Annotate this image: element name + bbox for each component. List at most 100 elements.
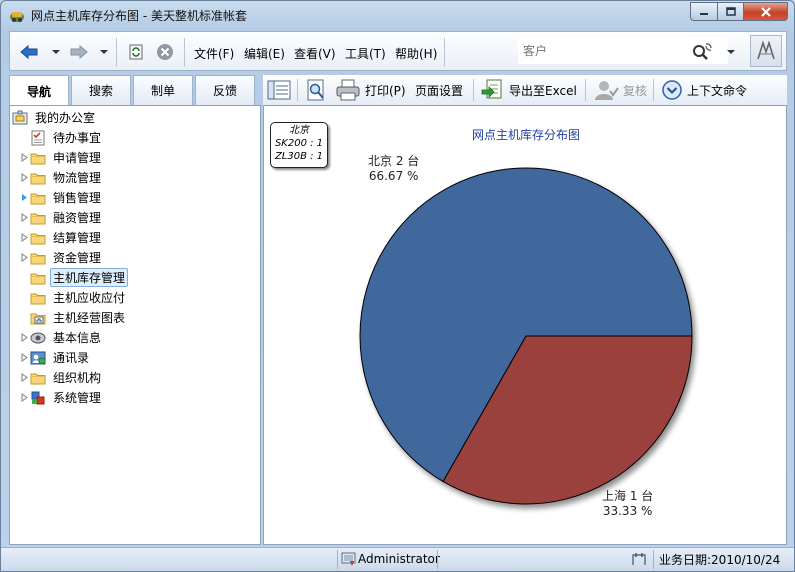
search-dropdown-button[interactable] [724,40,738,64]
contacts-icon [30,351,46,364]
tree-item[interactable]: 组织机构 [18,368,104,387]
close-button[interactable] [743,2,788,21]
printer-icon [336,79,360,101]
app-window: 网点主机库存分布图 - 美天整机标准帐套 文件(F) 编辑(E) 查看(V) 工… [0,0,795,572]
toolbar-divider [444,38,445,66]
tree-item-label: 系统管理 [53,391,102,405]
tree-item-label: 物流管理 [53,171,102,185]
tree-item[interactable]: 主机应收应付 [18,288,128,307]
expand-arrow-icon[interactable] [18,148,30,167]
title-bar: 网点主机库存分布图 - 美天整机标准帐套 [1,1,794,29]
stop-button[interactable] [152,40,178,64]
tab-search[interactable]: 搜索 [71,75,131,105]
export-excel-label: 导出至Excel [509,83,577,98]
expand-arrow-icon[interactable] [18,188,30,207]
tree-item-label: 主机应收应付 [53,291,126,305]
tree-item[interactable]: 主机经营图表 [18,308,128,327]
tree-item[interactable]: 基本信息 [18,328,104,347]
tree-item-label: 主机经营图表 [53,311,126,325]
menu-view[interactable]: 查看(V) [294,45,336,62]
expand-arrow-icon[interactable] [18,168,30,187]
company-logo [750,35,782,67]
customer-search-input[interactable] [519,39,689,63]
tree-root-my-office[interactable]: 我的办公室 [12,108,98,127]
forward-arrow-icon [70,44,88,60]
tab-feedback[interactable]: 反馈 [195,75,255,105]
office-icon [12,110,28,124]
export-excel-button[interactable]: 导出至Excel [481,78,577,102]
tree-root-label: 我的办公室 [35,111,96,125]
tree-item[interactable]: 主机库存管理 [18,268,129,287]
folder-icon [30,193,46,204]
chevron-down-icon [100,50,108,54]
context-commands-button[interactable]: 上下文命令 [661,78,747,102]
tree-item[interactable]: 通讯录 [18,348,92,367]
maximize-icon [725,6,736,16]
menu-tools[interactable]: 工具(T) [345,45,386,62]
page-setup-button[interactable]: 页面设置 [415,78,463,102]
app-logo-icon [10,12,24,22]
review-button[interactable]: 复核 [593,78,647,102]
settings-icon [31,391,45,404]
chart-panel: 北京 SK200 : 1 ZL30B : 1 网点主机库存分布图 北京 2 台 … [263,105,787,545]
stop-icon [157,44,173,60]
status-user: Administrator [341,548,440,570]
main-toolbar: 文件(F) 编辑(E) 查看(V) 工具(T) 帮助(H) [9,31,787,71]
report-icon [30,313,46,324]
tree-item[interactable]: 系统管理 [18,388,104,407]
expand-arrow-icon[interactable] [18,368,30,387]
slice-label-shanghai-percent: 33.33 % [602,504,653,518]
status-user-name: Administrator [358,552,440,566]
status-divider [653,550,654,569]
tree-item-label: 申请管理 [53,151,102,165]
window-title: 网点主机库存分布图 - 美天整机标准帐套 [31,9,247,23]
tab-navigation[interactable]: 导航 [9,75,69,106]
expand-arrow-icon[interactable] [18,248,30,267]
folder-icon [30,213,46,224]
list-view-button[interactable] [267,78,291,102]
tab-create-document[interactable]: 制单 [133,75,193,105]
pie-chart [359,167,693,505]
forward-button[interactable] [66,40,92,64]
expand-arrow-icon[interactable] [18,328,30,347]
toolbar-divider [297,79,298,101]
window-controls [690,2,788,21]
todo-icon [31,130,45,145]
status-divider [337,550,338,569]
navigation-panel: 我的办公室 待办事宜申请管理物流管理销售管理融资管理结算管理资金管理 主机库存管理… [9,105,261,545]
tree-item[interactable]: 融资管理 [18,208,104,227]
expand-arrow-icon[interactable] [18,228,30,247]
back-dropdown-button[interactable] [50,40,62,64]
slice-label-beijing-percent: 66.67 % [368,169,419,183]
tree-item[interactable]: 销售管理 [18,188,104,207]
tree-item-label: 融资管理 [53,211,102,225]
print-preview-button[interactable] [305,78,327,102]
tree-item[interactable]: 物流管理 [18,168,104,187]
back-arrow-icon [20,44,38,60]
print-button[interactable]: 打印(P) [335,78,406,102]
back-button[interactable] [16,40,42,64]
tree-item[interactable]: 申请管理 [18,148,104,167]
expand-arrow-icon[interactable] [18,388,30,407]
forward-dropdown-button[interactable] [98,40,110,64]
minimize-button[interactable] [690,2,717,21]
expand-arrow-icon[interactable] [18,348,30,367]
maximize-button[interactable] [717,2,743,21]
tree-item-label: 待办事宜 [53,131,102,145]
menu-file[interactable]: 文件(F) [194,45,234,62]
menu-help[interactable]: 帮助(H) [395,45,437,62]
search-button[interactable] [688,40,716,64]
tree-item-label: 结算管理 [53,231,102,245]
refresh-button[interactable] [123,40,149,64]
tree-item[interactable]: 待办事宜 [18,128,104,147]
expand-arrow-icon[interactable] [18,208,30,227]
info-icon [30,332,46,343]
tree-item[interactable]: 结算管理 [18,228,104,247]
print-label: 打印(P) [365,83,406,98]
toolbar-divider [184,38,185,66]
menu-edit[interactable]: 编辑(E) [244,45,285,62]
toolbar-divider [653,79,654,101]
tree-item[interactable]: 资金管理 [18,248,104,267]
calendar-icon [632,553,646,565]
